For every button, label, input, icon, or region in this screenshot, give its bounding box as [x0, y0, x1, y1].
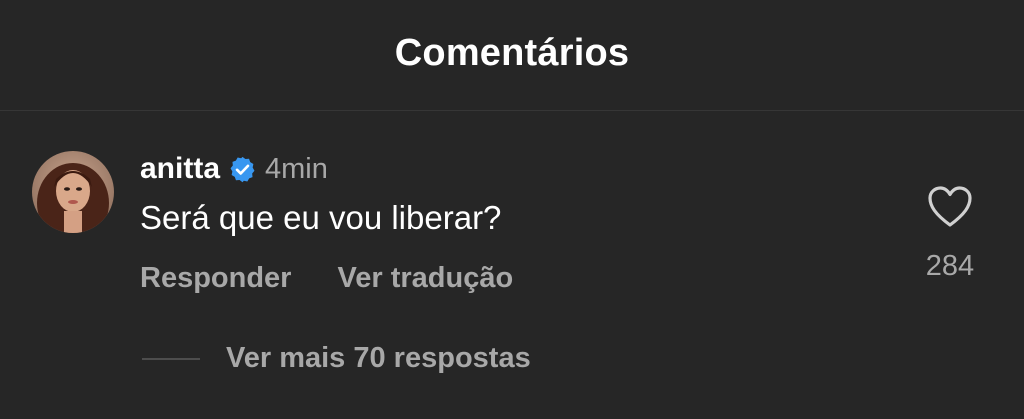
view-more-replies-button[interactable]: Ver mais 70 respostas: [142, 342, 531, 375]
username[interactable]: anitta: [140, 152, 220, 186]
heart-icon: [928, 186, 972, 227]
page-title: Comentários: [394, 32, 630, 74]
avatar[interactable]: [32, 151, 114, 233]
verified-badge-icon: [228, 155, 257, 184]
comments-header: Comentários: [0, 0, 1024, 111]
replies-divider-line: [142, 357, 200, 360]
avatar-photo: [32, 151, 114, 233]
translate-button[interactable]: Ver tradução: [337, 262, 513, 295]
view-more-replies-label: Ver mais 70 respostas: [226, 342, 531, 374]
comment-timestamp: 4min: [265, 152, 328, 185]
like-button[interactable]: [927, 185, 973, 229]
comments-screen: Comentários anitta 4min Será que eu vou …: [0, 0, 1024, 419]
comment-actions: Responder Ver tradução: [140, 262, 513, 295]
reply-button[interactable]: Responder: [140, 262, 291, 295]
like-count: 284: [925, 250, 975, 282]
comment-header: anitta 4min: [140, 151, 328, 187]
comment-text: Será que eu vou liberar?: [140, 199, 502, 236]
